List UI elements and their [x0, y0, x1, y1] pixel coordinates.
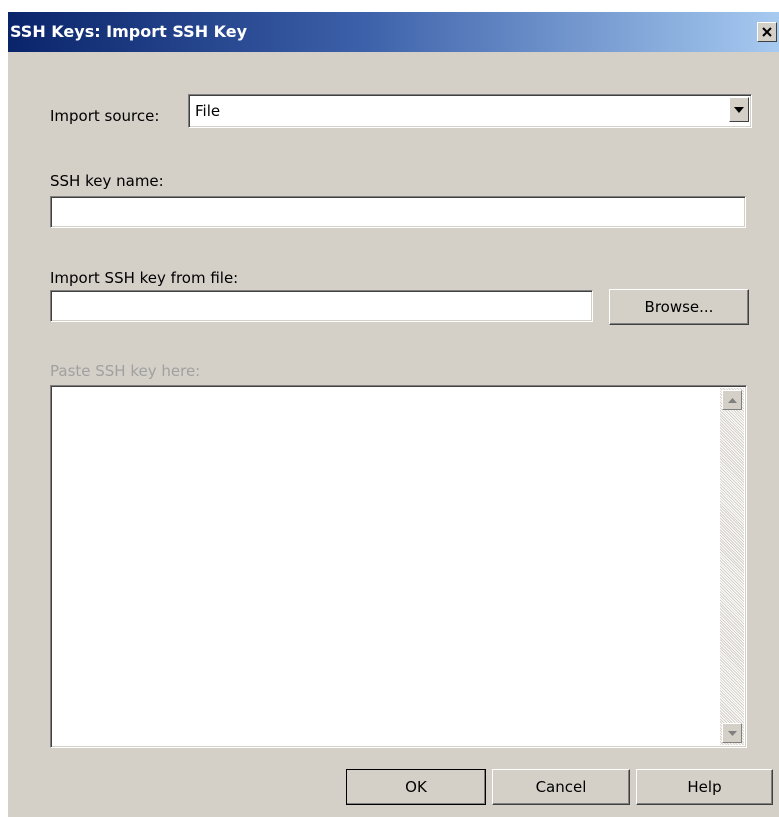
close-icon — [762, 27, 772, 37]
chevron-down-icon — [734, 106, 744, 113]
scroll-down-button[interactable] — [722, 723, 742, 743]
title-bar[interactable]: SSH Keys: Import SSH Key — [8, 12, 779, 52]
ssh-key-name-label: SSH key name: — [50, 172, 164, 190]
scroll-down-arrow-icon — [727, 730, 737, 736]
import-source-label: Import source: — [50, 107, 160, 125]
scroll-up-arrow-icon — [727, 397, 737, 403]
scroll-up-button[interactable] — [722, 390, 742, 410]
dropdown-button[interactable] — [729, 97, 749, 122]
dialog-title: SSH Keys: Import SSH Key — [10, 22, 248, 41]
import-source-value: File — [195, 102, 221, 120]
import-file-label: Import SSH key from file: — [50, 269, 239, 287]
paste-key-textarea[interactable] — [50, 385, 747, 748]
vertical-scrollbar[interactable] — [720, 388, 744, 745]
browse-button[interactable]: Browse... — [609, 289, 749, 325]
cancel-button[interactable]: Cancel — [492, 769, 630, 805]
paste-key-label: Paste SSH key here: — [50, 362, 201, 380]
help-button[interactable]: Help — [636, 769, 773, 805]
import-file-path-input[interactable] — [50, 290, 593, 322]
import-source-select[interactable]: File — [188, 94, 752, 128]
ok-button[interactable]: OK — [346, 769, 486, 805]
ssh-key-name-input[interactable] — [50, 196, 746, 228]
close-button[interactable] — [757, 22, 777, 42]
import-ssh-key-dialog: SSH Keys: Import SSH Key Import source: … — [8, 12, 779, 817]
